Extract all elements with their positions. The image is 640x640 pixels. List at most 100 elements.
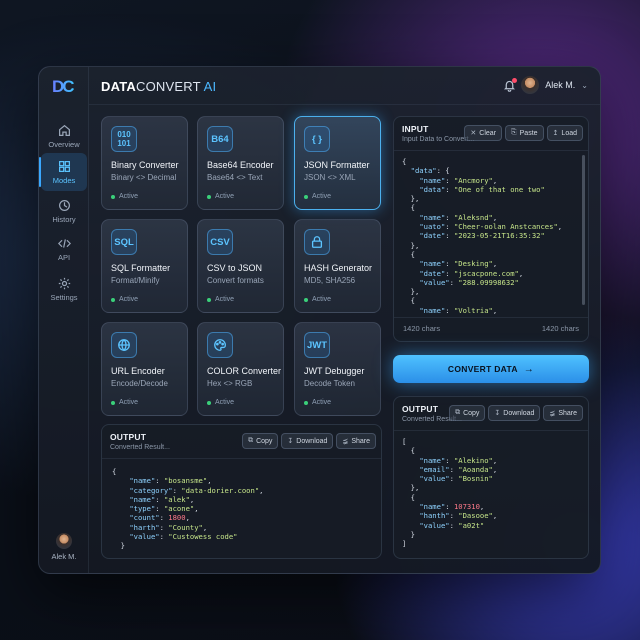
tool-title: COLOR Converter [207,366,282,376]
code-line: "name": "Ancmory", [419,175,498,185]
sidebar-item-modes[interactable]: Modes [39,153,87,191]
tool-card-jwt-debugger[interactable]: JWT JWT Debugger Decode Token Active [294,322,381,416]
sidebar: DC Overview Modes History API Settings A… [39,67,89,573]
char-count-right: 1420 chars [541,324,579,333]
panel-subtitle: Converted Result... [110,444,170,451]
copy-label: Copy [463,409,480,417]
paste-button[interactable]: ⎘ Paste [505,125,544,141]
input-panel: INPUT Input Data to Convert... ✕ Clear ⎘ P… [393,116,589,342]
tool-title: Binary Converter [111,160,179,170]
download-button[interactable]: ↧ Download [281,433,334,449]
upload-icon: ↥ [552,130,559,137]
tool-subtitle: Base64 <> Text [207,173,263,182]
divider [102,458,381,459]
notifications-button[interactable] [503,78,517,92]
tool-card-json-formatter[interactable]: { } JSON Formatter JSON <> XML Active [294,116,381,210]
tool-title: CSV to JSON [207,263,263,273]
share-button[interactable]: ⪵ Share [543,405,583,421]
code-line: { [402,296,415,306]
download-icon: ↧ [287,438,294,445]
code-line: "date": "2023-05-21T16:35:32" [419,231,545,241]
copy-label: Copy [256,437,273,445]
status-badge: Active [207,399,234,406]
download-button[interactable]: ↧ Download [488,405,541,421]
close-icon: ✕ [470,130,477,137]
share-label: Share [351,437,370,445]
avatar [521,76,540,94]
status-badge: Active [304,399,331,406]
code-line: "value": "Bosnin" [419,474,493,484]
tool-subtitle: Decode Token [304,379,355,388]
sidebar-item-settings[interactable]: Settings [41,270,87,308]
tool-title: URL Encoder [111,366,165,376]
app-logo[interactable]: DC [52,77,78,96]
code-line: { [402,157,407,166]
tool-card-color-converter[interactable]: COLOR Converter Hex <> RGB Active [197,322,284,416]
copy-button[interactable]: ⧉ Copy [242,433,279,449]
share-icon: ⪵ [549,410,556,417]
code-line: { [402,249,415,259]
code-line: "email": "Aoanda", [419,464,498,474]
sql-icon: SQL [111,229,137,255]
load-button[interactable]: ↥ Load [546,125,583,141]
braces-icon: { } [304,126,330,152]
sidebar-item-label: History [52,214,76,224]
code-line: "data": "One of that one two" [419,184,545,194]
user-name: Alek M. [545,80,576,90]
output-code-bottom[interactable]: { "name": "bosansme", "category": "data-… [112,467,373,551]
clipboard-icon: ⎘ [511,129,517,136]
output-code-right[interactable]: [ { "name": "Alekino", "email": "Aoanda"… [402,437,580,549]
user-menu[interactable]: Alek M. ⌄ [521,76,588,94]
share-label: Share [558,409,577,417]
download-icon: ↧ [494,410,501,417]
sidebar-item-history[interactable]: History [41,192,87,230]
clear-button[interactable]: ✕ Clear [464,125,503,141]
brand-part-convert: CONVERT [135,79,201,94]
sidebar-item-overview[interactable]: Overview [41,117,87,155]
code-line: "category": "data-dorier.coon", [129,485,264,495]
tool-card-csv-to-json[interactable]: CSV CSV to JSON Convert formats Active [197,219,284,313]
panel-actions: ⧉ Copy ↧ Download ⪵ Share [242,433,376,449]
code-icon [57,238,71,248]
notification-dot [512,78,517,83]
sidebar-item-api[interactable]: API [41,230,87,268]
sidebar-user[interactable]: Alek M. [39,533,89,561]
scrollbar[interactable] [582,155,585,305]
code-line: "hanth": "Dasooe", [419,511,498,521]
tool-card-sql-formatter[interactable]: SQL SQL Formatter Format/Minify Active [101,219,188,313]
tool-subtitle: Convert formats [207,276,264,285]
convert-data-button[interactable]: CONVERT DATA → [393,355,589,383]
code-line: { [402,446,415,456]
code-line: }, [402,483,420,493]
code-line: "harth": "County", [129,522,208,532]
tool-card-base64-encoder[interactable]: B64 Base64 Encoder Base64 <> Text Active [197,116,284,210]
code-line: { [112,467,117,476]
tool-subtitle: JSON <> XML [304,173,356,182]
tool-subtitle: Hex <> RGB [207,379,253,388]
brand-title: DATACONVERT AI [101,79,216,94]
char-count-left: 1420 chars [403,324,441,333]
paste-label: Paste [519,129,538,137]
code-line: }, [402,240,420,250]
tool-title: JWT Debugger [304,366,365,376]
csv-icon: CSV [207,229,233,255]
jwt-icon: JWT [304,332,330,358]
code-line: { [402,203,415,213]
avatar [56,533,72,549]
sidebar-item-label: Overview [48,139,80,149]
code-line: "value": "Custowess code" [129,532,238,542]
tool-card-hash-generator[interactable]: HASH Generator MD5, SHA256 Active [294,219,381,313]
tool-title: Base64 Encoder [207,160,274,170]
tool-card-url-encoder[interactable]: URL Encoder Encode/Decode Active [101,322,188,416]
input-code-editor[interactable]: { "data": { "name": "Ancmory", "data": "… [402,157,580,315]
code-line: ] [402,539,407,549]
sidebar-item-label: Modes [52,175,76,185]
panel-actions: ⧉ Copy ↧ Download ⪵ Share [449,405,583,421]
sidebar-item-label: API [57,252,71,262]
copy-button[interactable]: ⧉ Copy [449,405,486,421]
tool-card-binary-converter[interactable]: 010 101 Binary Converter Binary <> Decim… [101,116,188,210]
code-line: } [112,541,125,551]
arrow-right-icon: → [523,363,535,375]
share-button[interactable]: ⪵ Share [336,433,376,449]
output-panel-right: OUTPUT Converted Result... ⧉ Copy ↧ Downlo… [393,396,589,559]
